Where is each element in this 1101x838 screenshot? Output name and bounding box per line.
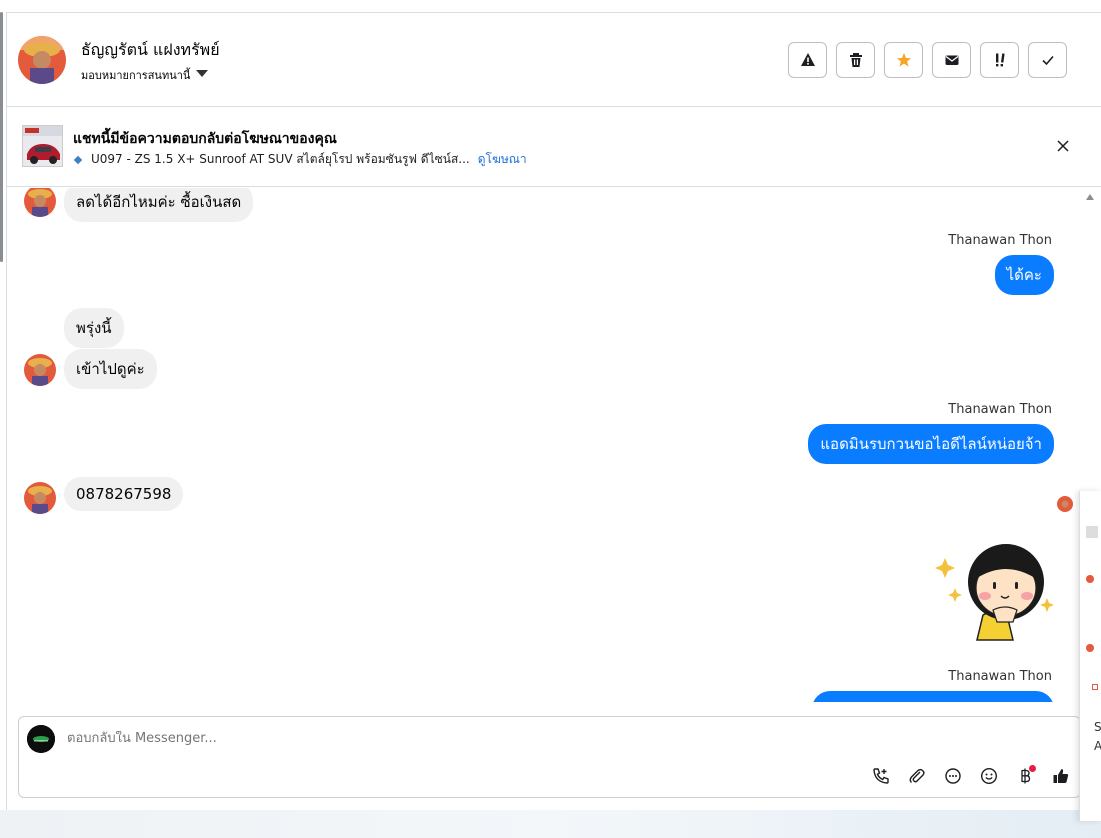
close-icon[interactable] [1055,138,1071,154]
follow-up-button[interactable] [980,42,1019,78]
warning-icon [800,53,815,66]
incoming-message[interactable]: เข้าไปดูค่ะ [64,349,157,389]
sender-name: Thanawan Thon [948,402,1052,417]
report-spam-button[interactable] [788,42,827,78]
priority-icon [995,53,1005,67]
side-text: S [1094,720,1101,734]
emoji-button[interactable] [978,765,1000,787]
call-button[interactable] [870,765,892,787]
mark-done-button[interactable] [1028,42,1067,78]
side-avatar-dot [1086,644,1094,652]
phone-plus-icon [873,768,889,784]
ad-reply-banner: แชทนี้มีข้อความตอบกลับต่อโฆษณาของคุณ U09… [7,107,1101,187]
sender-name: Thanawan Thon [948,233,1052,248]
sticker-girl-image[interactable] [935,530,1055,645]
contact-avatar-small [24,354,56,386]
thumbs-up-icon [1053,769,1069,783]
delete-button[interactable] [836,42,875,78]
left-scrollbar-thumb[interactable] [0,12,3,262]
inbox-chat-window: ธัญญรัตน์ แฝงทรัพย์ มอบหมายการสนทนานี้ แ… [0,0,1101,838]
sender-name: Thanawan Thon [948,669,1052,684]
side-thumbnail [1086,526,1098,538]
contact-avatar-small [24,482,56,514]
assign-label: มอบหมายการสนทนานี้ [81,69,191,82]
star-button[interactable] [884,42,923,78]
message-composer [18,716,1081,798]
ad-banner-subtitle: U097 - ZS 1.5 X+ Sunroof AT SUV สไตล์ยุโ… [73,150,527,169]
diamond-icon [73,155,83,164]
scroll-up-arrow-icon[interactable] [1086,194,1094,200]
page-avatar [27,725,55,753]
view-ad-link[interactable]: ดูโฆษณา [478,150,527,169]
reply-input[interactable] [67,731,667,746]
notification-dot [1029,765,1036,772]
incoming-message[interactable]: 0878267598 [64,477,184,511]
assign-conversation-dropdown[interactable]: มอบหมายการสนทนานี้ [81,66,209,84]
star-icon [896,53,911,67]
contact-avatar-small [24,188,56,217]
contact-avatar[interactable] [18,36,66,84]
side-avatar-dot [1086,575,1094,583]
outgoing-message[interactable]: ได้คะ [994,255,1054,295]
envelope-icon [945,55,958,65]
contact-name[interactable]: ธัญญรัตน์ แฝงทรัพย์ [81,38,220,63]
side-text: A [1094,739,1101,753]
saved-replies-button[interactable] [942,765,964,787]
read-receipt-avatar [1057,496,1073,512]
message-thread[interactable]: ลดได้อีกไหมค่ะ ซื้อเงินสด Thanawan Thon … [7,188,1081,702]
mark-unread-button[interactable] [932,42,971,78]
paperclip-icon [909,768,925,783]
side-popup-panel[interactable] [1079,491,1101,821]
composer-toolbar [870,765,1072,787]
conversation-header: ธัญญรัตน์ แฝงทรัพย์ มอบหมายการสนทนานี้ [7,13,1101,107]
chat-bubble-icon [945,768,961,784]
like-button[interactable] [1050,765,1072,787]
attach-button[interactable] [906,765,928,787]
outgoing-message[interactable]: แอดมินรบกวนขอไอดีไลน์หน่อยจ้า [808,424,1054,464]
incoming-message[interactable]: ลดได้อีกไหมค่ะ ซื้อเงินสด [64,188,254,222]
side-marker [1092,684,1098,690]
check-icon [1041,55,1054,66]
header-actions [788,42,1067,78]
incoming-message[interactable]: พรุ่งนี้ [64,308,124,348]
smiley-icon [980,767,998,785]
caret-down-icon [196,70,209,77]
ad-banner-title: แชทนี้มีข้อความตอบกลับต่อโฆษณาของคุณ [73,131,337,147]
ad-description: U097 - ZS 1.5 X+ Sunroof AT SUV สไตล์ยุโ… [91,152,470,166]
ad-thumbnail[interactable] [22,125,63,167]
bottom-strip [0,810,1101,838]
trash-icon [849,53,862,67]
outgoing-message-partial[interactable] [812,691,1054,702]
payment-button[interactable] [1014,765,1036,787]
